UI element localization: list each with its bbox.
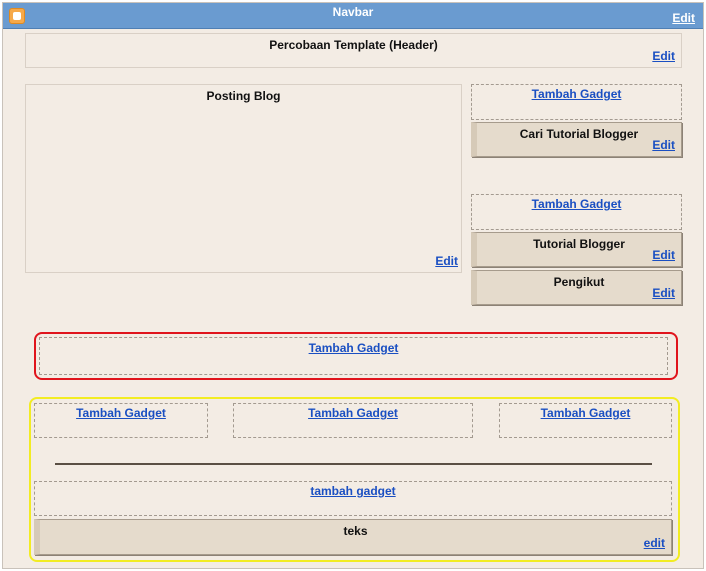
- add-gadget-link[interactable]: Tambah Gadget: [35, 406, 207, 420]
- gadget-edit-link[interactable]: Edit: [652, 248, 675, 262]
- footer-col-3-add-gadget[interactable]: Tambah Gadget: [499, 403, 672, 438]
- gadget-title: Tutorial Blogger: [533, 237, 625, 251]
- footer-col-1-add-gadget[interactable]: Tambah Gadget: [34, 403, 208, 438]
- navbar: Navbar Edit: [3, 3, 703, 29]
- navbar-edit-link[interactable]: Edit: [672, 11, 695, 25]
- gadget-edit-link[interactable]: Edit: [652, 138, 675, 152]
- sidebar-add-gadget-area-2[interactable]: Tambah Gadget: [471, 194, 682, 230]
- navbar-title: Navbar: [332, 5, 374, 19]
- divider-line: [55, 463, 652, 465]
- gadget-edit-link[interactable]: edit: [644, 536, 665, 550]
- add-gadget-link[interactable]: Tambah Gadget: [472, 197, 681, 211]
- gadget-title: Cari Tutorial Blogger: [519, 127, 639, 141]
- header-title: Percobaan Template (Header): [269, 38, 438, 52]
- footer-col-2-add-gadget[interactable]: Tambah Gadget: [233, 403, 473, 438]
- header-edit-link[interactable]: Edit: [652, 49, 675, 63]
- add-gadget-link[interactable]: Tambah Gadget: [472, 87, 681, 101]
- gadget-teks[interactable]: teks edit: [34, 519, 672, 555]
- add-gadget-link[interactable]: Tambah Gadget: [40, 341, 667, 355]
- red-add-gadget-area[interactable]: Tambah Gadget: [39, 337, 668, 375]
- main-title: Posting Blog: [206, 89, 281, 103]
- main-section: Posting Blog Edit: [25, 84, 462, 273]
- add-gadget-link[interactable]: tambah gadget: [35, 484, 671, 498]
- gadget-tutorial-blogger[interactable]: Tutorial Blogger Edit: [471, 232, 682, 267]
- sidebar-add-gadget-area-1[interactable]: Tambah Gadget: [471, 84, 682, 120]
- main-edit-link[interactable]: Edit: [435, 254, 458, 268]
- gadget-edit-link[interactable]: Edit: [652, 286, 675, 300]
- gadget-title: Pengikut: [553, 275, 605, 289]
- gadget-pengikut[interactable]: Pengikut Edit: [471, 270, 682, 305]
- add-gadget-link[interactable]: Tambah Gadget: [234, 406, 472, 420]
- gadget-title: teks: [343, 524, 368, 538]
- header-section: Percobaan Template (Header) Edit: [25, 33, 682, 68]
- gadget-cari-tutorial[interactable]: Cari Tutorial Blogger Edit: [471, 122, 682, 157]
- add-gadget-link[interactable]: Tambah Gadget: [500, 406, 671, 420]
- footer-lower-add-gadget[interactable]: tambah gadget: [34, 481, 672, 516]
